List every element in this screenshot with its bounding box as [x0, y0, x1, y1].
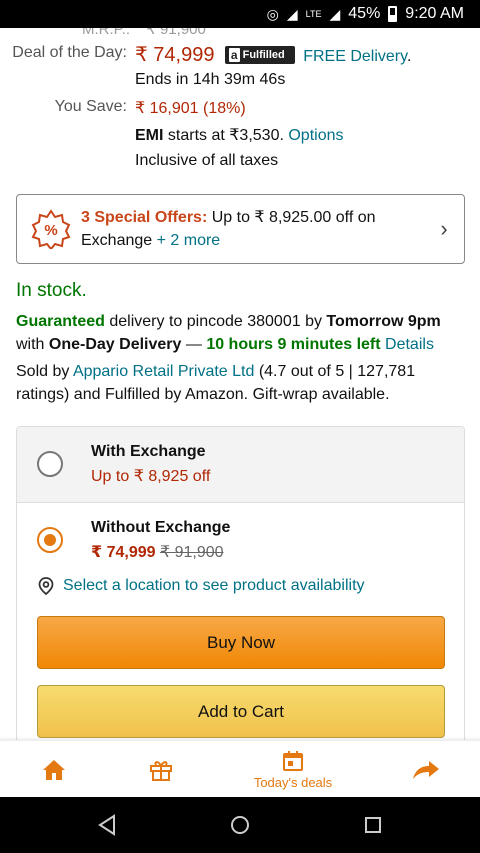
calendar-icon — [283, 750, 303, 771]
without-exchange-price-row: ₹ 74,999 ₹ 91,900 — [91, 542, 224, 562]
nav-gift[interactable] — [143, 741, 179, 798]
emi-options-link[interactable]: Options — [288, 127, 343, 144]
offers-count: 3 Special Offers: — [81, 209, 208, 226]
time-left: 10 hours 9 minutes left — [206, 336, 381, 353]
signal-icon: ◢ — [286, 5, 298, 22]
delivery-info: Guaranteed delivery to pincode 380001 by… — [16, 313, 441, 353]
without-exchange-option[interactable]: Without Exchange ₹ 74,999 ₹ 91,900 — [17, 503, 464, 583]
purchase-options: With Exchange Up to ₹ 8,925 off Without … — [16, 426, 465, 740]
ends-in-row: Ends in 14h 39m 46s — [0, 71, 480, 89]
one-day-delivery: One-Day Delivery — [48, 336, 182, 353]
delivery-date: Tomorrow 9pm — [326, 313, 441, 330]
without-exchange-strike-price: ₹ 91,900 — [159, 544, 224, 561]
lte-signal-icon: LTE — [305, 9, 322, 19]
mrp-value: ₹ 91,900 — [146, 28, 206, 38]
with-exchange-option[interactable]: With Exchange Up to ₹ 8,925 off — [17, 427, 464, 503]
deal-price: ₹ 74,999 — [135, 44, 215, 66]
bottom-nav: Today's deals — [0, 740, 480, 797]
product-detail-content[interactable]: M.R.P.: ₹ 91,900 Deal of the Day: ₹ 74,9… — [0, 28, 480, 740]
select-location-row[interactable]: Select a location to see product availab… — [37, 577, 365, 595]
mrp-row: M.R.P.: ₹ 91,900 — [82, 28, 206, 38]
hotspot-icon: ◎ — [266, 5, 279, 22]
battery-icon — [388, 6, 398, 22]
guaranteed-label: Guaranteed — [16, 313, 105, 330]
fulfilled-badge: a Fulfilled — [224, 46, 295, 64]
cell-signal-icon: ◢ — [329, 5, 341, 22]
seller-info: Sold by Appario Retail Private Ltd (4.7 … — [16, 363, 416, 403]
with-exchange-radio[interactable] — [37, 451, 63, 477]
gift-icon — [150, 760, 172, 781]
delivery-details-link[interactable]: Details — [385, 336, 434, 353]
seller-link[interactable]: Appario Retail Private Ltd — [73, 363, 254, 380]
with-exchange-subtitle: Up to ₹ 8,925 off — [91, 468, 211, 485]
location-pin-icon — [38, 577, 54, 595]
emi-row: EMI starts at ₹3,530. Options — [0, 125, 480, 145]
home-icon — [43, 759, 65, 780]
select-location-link[interactable]: Select a location to see product availab… — [63, 577, 365, 595]
taxes-row: Inclusive of all taxes — [0, 152, 480, 170]
share-arrow-icon — [413, 760, 439, 779]
free-delivery-link[interactable]: FREE Delivery — [303, 48, 407, 65]
with-exchange-title: With Exchange — [91, 443, 206, 460]
chevron-right-icon: › — [440, 216, 448, 241]
emi-text: starts at ₹3,530. — [163, 127, 289, 144]
emi-label: EMI — [135, 127, 164, 144]
add-to-cart-button[interactable]: Add to Cart — [37, 685, 445, 738]
svg-text:%: % — [44, 222, 57, 239]
nav-todays-deals[interactable]: Today's deals — [243, 741, 343, 798]
clock: 9:20 AM — [405, 5, 464, 22]
nav-share[interactable] — [408, 741, 444, 798]
taxes-note: Inclusive of all taxes — [135, 152, 279, 169]
amazon-logo-icon: a — [228, 48, 240, 62]
nav-home[interactable] — [36, 741, 72, 798]
you-save-row: You Save: ₹ 16,901 (18%) — [0, 98, 480, 118]
without-exchange-title: Without Exchange — [91, 519, 231, 536]
status-bar: ◎ ◢ LTE ◢ 45% 9:20 AM — [0, 0, 480, 28]
offer-badge-icon: % — [31, 209, 71, 249]
back-icon[interactable] — [94, 812, 120, 838]
todays-deals-label: Today's deals — [253, 774, 333, 790]
special-offers-box[interactable]: % 3 Special Offers: Up to ₹ 8,925.00 off… — [16, 194, 465, 264]
recents-square-icon[interactable] — [360, 812, 386, 838]
stock-status: In stock. — [16, 280, 87, 301]
battery-percent: 45% — [348, 5, 381, 22]
home-circle-icon[interactable] — [227, 812, 253, 838]
more-offers-link[interactable]: + 2 more — [157, 232, 221, 249]
deal-label: Deal of the Day: — [12, 44, 127, 61]
buy-now-button[interactable]: Buy Now — [37, 616, 445, 669]
mrp-label: M.R.P.: — [82, 28, 131, 38]
system-nav-bar — [0, 797, 480, 853]
without-exchange-radio[interactable] — [37, 527, 63, 553]
deal-row: Deal of the Day: ₹ 74,999 a Fulfilled FRE… — [0, 42, 480, 67]
you-save-value: ₹ 16,901 (18%) — [135, 100, 246, 117]
without-exchange-price: ₹ 74,999 — [91, 544, 156, 561]
you-save-label: You Save: — [54, 98, 127, 115]
deal-countdown: Ends in 14h 39m 46s — [135, 71, 286, 88]
